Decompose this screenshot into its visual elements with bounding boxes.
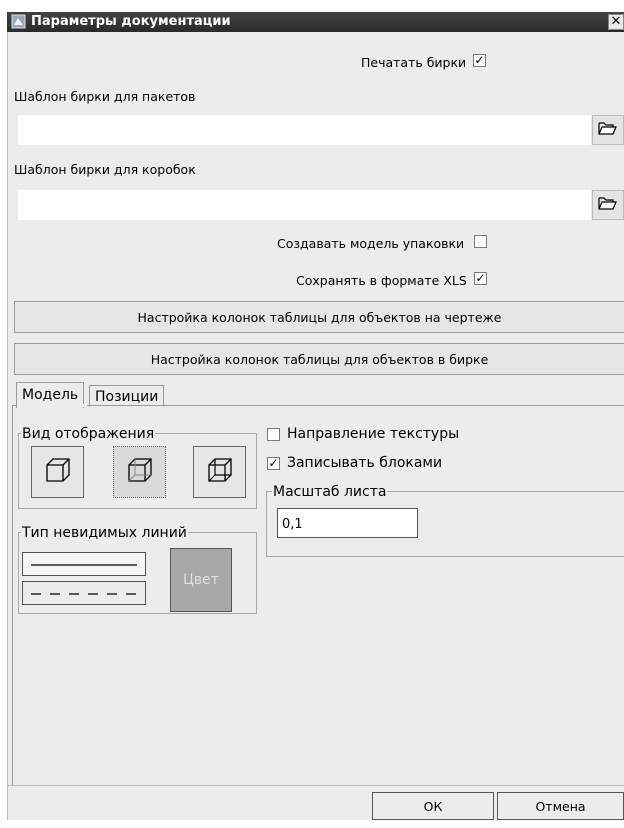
- view-mode-group-title: Вид отображения: [21, 426, 156, 442]
- footer-divider: [8, 785, 624, 786]
- dashed-line-icon: [31, 586, 137, 601]
- wireframe-cube-icon: [205, 455, 235, 489]
- save-xls-checkbox[interactable]: ✓: [474, 272, 487, 285]
- texture-direction-checkbox[interactable]: [267, 428, 280, 441]
- tab-positions-label: Позиции: [95, 389, 159, 405]
- columns-drawing-button[interactable]: Настройка колонок таблицы для объектов н…: [14, 301, 624, 333]
- columns-tag-button[interactable]: Настройка колонок таблицы для объектов в…: [14, 343, 624, 375]
- hidden-lines-group-title: Тип невидимых линий: [21, 525, 188, 541]
- dashed-line-button[interactable]: [22, 581, 146, 605]
- tab-positions[interactable]: Позиции: [89, 385, 165, 407]
- tab-model-label: Модель: [22, 387, 79, 403]
- sheet-scale-label: Масштаб листа: [272, 484, 388, 500]
- check-icon: ✓: [268, 456, 279, 470]
- solid-line-button[interactable]: [22, 552, 146, 576]
- check-icon: ✓: [475, 271, 486, 285]
- ok-button[interactable]: ОК: [372, 792, 494, 820]
- print-tags-checkbox[interactable]: ✓: [473, 54, 486, 67]
- columns-drawing-button-label: Настройка колонок таблицы для объектов н…: [137, 309, 502, 325]
- active-tab-gap: [17, 404, 87, 407]
- create-package-model-checkbox[interactable]: [474, 235, 487, 248]
- box-template-browse-button[interactable]: [592, 190, 624, 220]
- columns-tag-button-label: Настройка колонок таблицы для объектов в…: [150, 351, 489, 367]
- solid-line-icon: [31, 557, 137, 572]
- print-tags-label: Печатать бирки: [361, 55, 467, 70]
- packet-template-browse-button[interactable]: [592, 115, 624, 145]
- color-button-label: Цвет: [183, 572, 219, 588]
- ok-button-label: ОК: [423, 798, 443, 814]
- write-blocks-checkbox[interactable]: ✓: [267, 457, 280, 470]
- title-bar[interactable]: Параметры документации ✕: [7, 12, 624, 32]
- solid-cube-icon: [43, 455, 73, 489]
- close-button[interactable]: ✕: [608, 14, 624, 30]
- box-template-input[interactable]: [18, 190, 591, 220]
- close-icon: ✕: [610, 14, 622, 29]
- app-icon: [11, 14, 26, 29]
- view-hidden-lines-button[interactable]: [113, 446, 166, 498]
- write-blocks-label: Записывать блоками: [287, 455, 443, 471]
- box-template-label: Шаблон бирки для коробок: [14, 162, 196, 177]
- check-icon: ✓: [474, 53, 485, 67]
- packet-template-label: Шаблон бирки для пакетов: [14, 89, 196, 104]
- sheet-scale-input[interactable]: 0,1: [277, 508, 418, 538]
- save-xls-label: Сохранять в формате XLS: [296, 273, 467, 288]
- color-button[interactable]: Цвет: [170, 548, 232, 612]
- view-solid-button[interactable]: [31, 446, 84, 498]
- packet-template-input[interactable]: [18, 115, 591, 145]
- hidden-lines-cube-icon: [125, 455, 155, 489]
- window-title: Параметры документации: [31, 14, 231, 29]
- texture-direction-label: Направление текстуры: [287, 426, 460, 442]
- folder-open-icon: [598, 195, 618, 215]
- create-package-model-label: Создавать модель упаковки: [277, 236, 465, 251]
- folder-open-icon: [598, 120, 618, 140]
- cancel-button[interactable]: Отмена: [497, 792, 624, 820]
- view-wireframe-button[interactable]: [193, 446, 246, 498]
- cancel-button-label: Отмена: [535, 798, 586, 814]
